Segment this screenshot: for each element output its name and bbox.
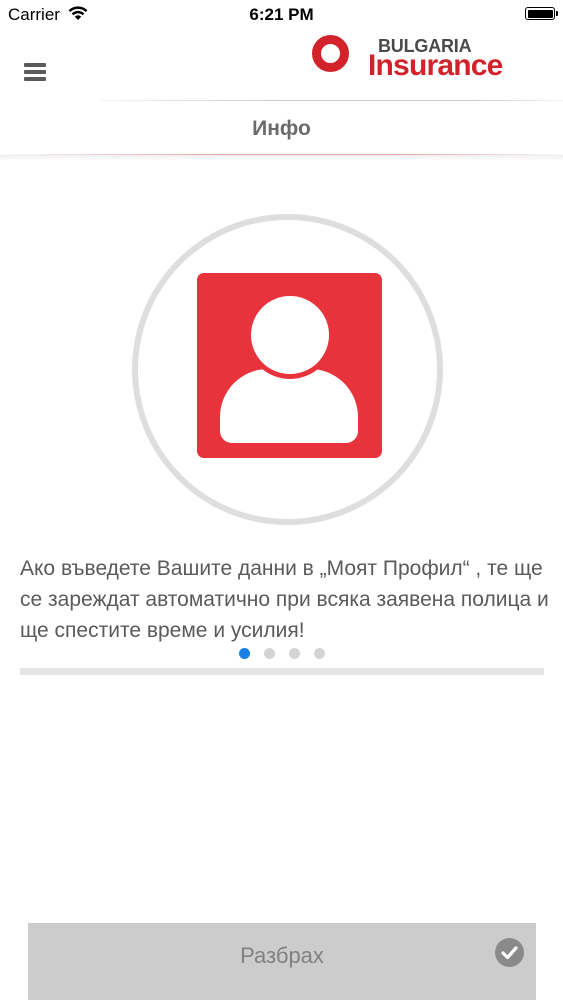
got-it-button[interactable]: Разбрах [28, 923, 536, 1000]
profile-user-icon [197, 273, 382, 458]
header-divider [100, 100, 563, 101]
page-dot-1[interactable] [238, 648, 250, 659]
status-bar: Carrier 6:21 PM [0, 0, 563, 30]
battery-icon [525, 7, 558, 20]
profile-head-shape [246, 291, 334, 379]
header-shadow [0, 155, 563, 161]
onboarding-text: Ако въведете Вашите данни в „Моят Профил… [20, 557, 549, 642]
clock: 6:21 PM [249, 5, 314, 24]
progress-track [20, 668, 544, 675]
page-dot-3[interactable] [288, 648, 300, 659]
got-it-label: Разбрах [240, 943, 324, 968]
logo-brand-main: Insurance [368, 49, 503, 82]
page-indicator[interactable] [0, 648, 563, 659]
page-title: Инфо [252, 117, 311, 140]
checkmark-circle-icon [495, 938, 524, 967]
logo-ring-icon [312, 35, 349, 72]
page-dot-2[interactable] [263, 648, 275, 659]
bulgaria-insurance-logo: BULGARIA Insurance [312, 34, 517, 90]
hamburger-menu-icon[interactable] [24, 63, 46, 81]
profile-body-shape [220, 369, 358, 443]
page-dot-4[interactable] [313, 648, 325, 659]
